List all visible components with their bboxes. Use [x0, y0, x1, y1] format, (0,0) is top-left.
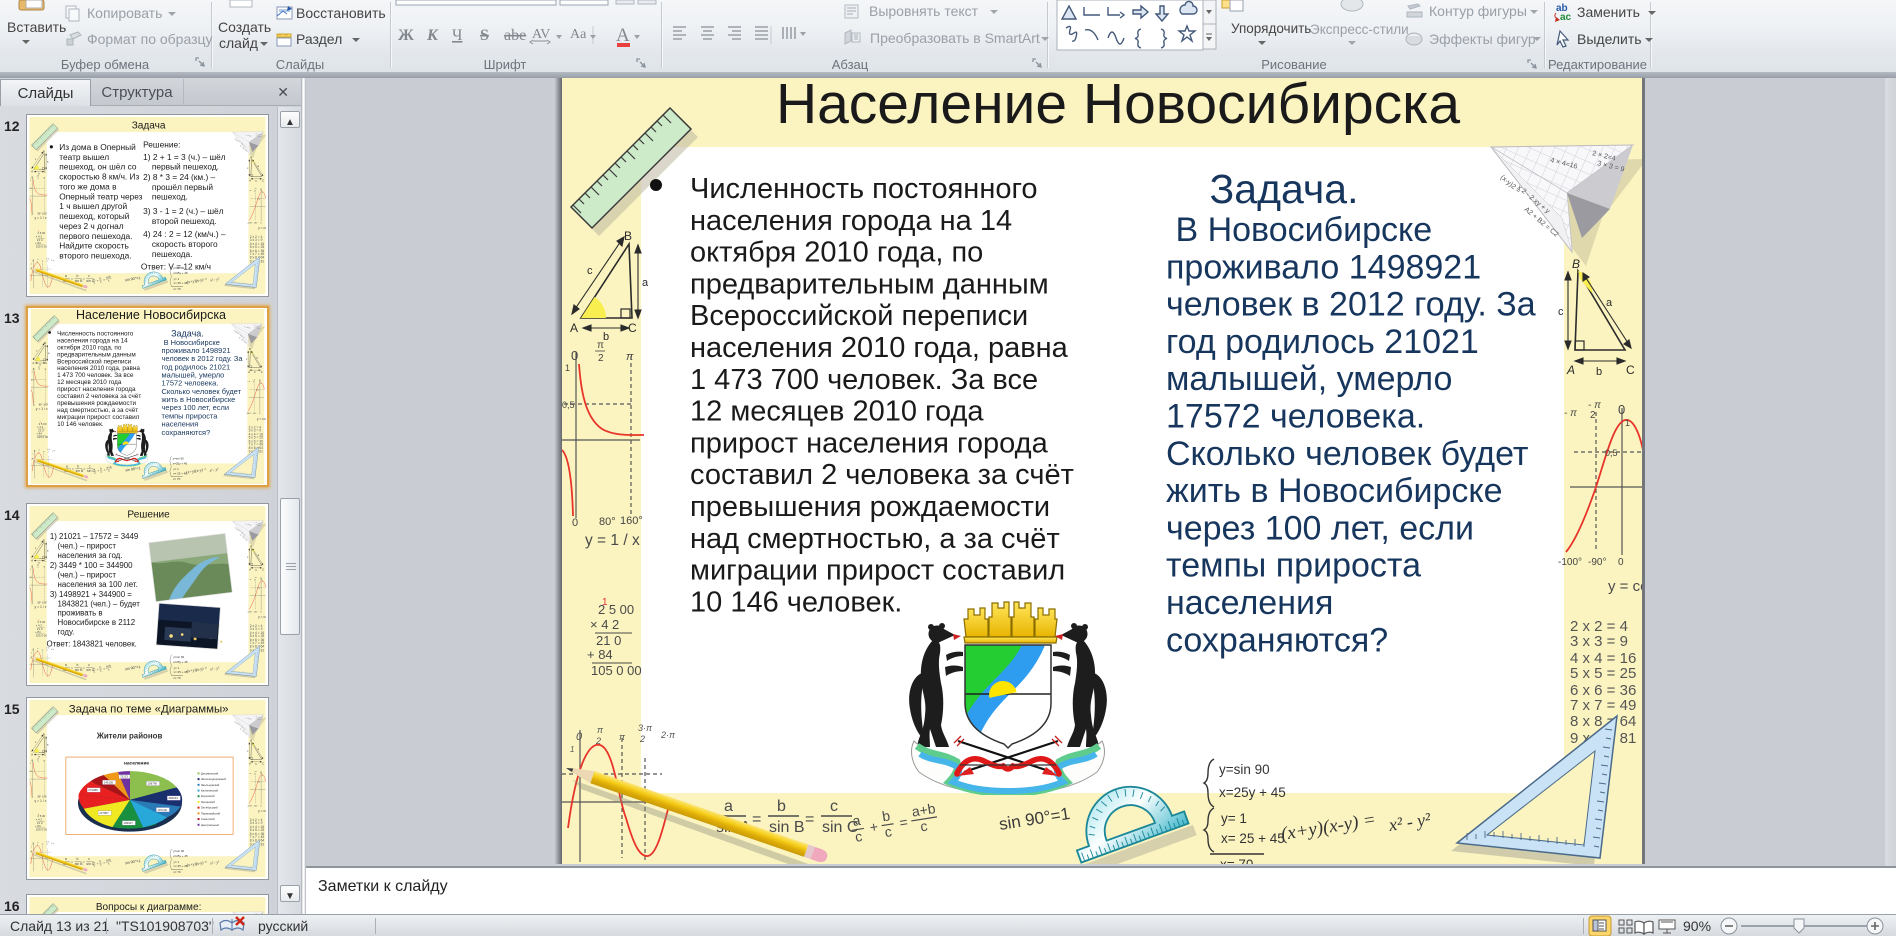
svg-text:Ч: Ч: [452, 27, 462, 44]
svg-text:S: S: [480, 27, 489, 44]
svg-text:ac: ac: [1560, 12, 1572, 23]
svg-text:AV: AV: [532, 27, 550, 42]
svg-text:90%: 90%: [1683, 918, 1711, 934]
svg-text:К: К: [426, 27, 439, 44]
svg-text:Aa: Aa: [570, 27, 587, 42]
svg-text:A: A: [616, 25, 630, 46]
svg-text:Ж: Ж: [398, 27, 414, 44]
svg-text:abe: abe: [504, 27, 526, 44]
